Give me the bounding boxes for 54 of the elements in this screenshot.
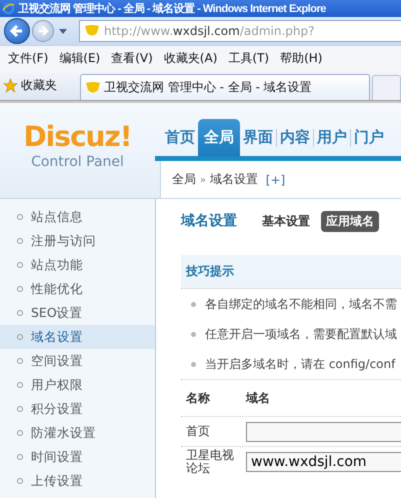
favorites-button[interactable]: 收藏夹: [0, 72, 80, 98]
menu-item[interactable]: 收藏夹(A): [160, 50, 224, 66]
menu-item[interactable]: 查看(V): [107, 50, 160, 66]
bullet-icon: [191, 362, 196, 366]
menu-item[interactable]: 帮助(H): [276, 50, 330, 66]
sidebar-item[interactable]: 空间设置: [0, 349, 155, 373]
logo: Discuz!: [23, 121, 132, 153]
logo-subtitle: Control Panel: [31, 154, 124, 170]
page-title: 域名设置: [181, 212, 237, 230]
tips-header: 技巧提示: [181, 255, 401, 289]
column-header: 名称: [186, 390, 211, 406]
site-icon: [85, 80, 101, 94]
address-field[interactable]: http://www.wxdsjl.com/admin.php?: [79, 20, 401, 42]
nav-tab[interactable]: 用户: [314, 119, 350, 156]
sub-tab[interactable]: 应用域名: [321, 210, 379, 232]
sidebar-item[interactable]: 时间设置: [0, 445, 155, 469]
nav-tab[interactable]: 首页: [162, 119, 198, 156]
sidebar-item[interactable]: 注册与访问: [0, 229, 155, 253]
nav-tab[interactable]: 内容: [277, 119, 313, 156]
sidebar-item[interactable]: 防灌水设置: [0, 421, 155, 445]
domain-input[interactable]: www.wxdsjl.com: [246, 452, 401, 472]
sidebar-item[interactable]: 域名设置: [0, 325, 155, 349]
add-link[interactable]: [+]: [266, 172, 286, 186]
sidebar-item[interactable]: 用户权限: [0, 373, 155, 397]
bullet-icon: [191, 332, 196, 336]
sidebar-item[interactable]: 上传设置: [0, 469, 155, 493]
sidebar-item[interactable]: 站点功能: [0, 253, 155, 277]
domain-input[interactable]: [246, 422, 401, 442]
back-button[interactable]: [4, 18, 30, 44]
menu-item[interactable]: 工具(T): [224, 50, 276, 66]
site-icon: [84, 24, 100, 38]
dropdown-caret-icon[interactable]: [59, 28, 67, 34]
sub-tab[interactable]: 基本设置: [257, 210, 315, 232]
nav-tab[interactable]: 界面: [240, 119, 276, 156]
nav-tab[interactable]: 全局: [198, 119, 240, 156]
bullet-icon: [191, 302, 196, 306]
nav-tab[interactable]: 门户: [351, 119, 387, 156]
tip-text: 当开启多域名时，请在 config/conf: [205, 356, 396, 372]
tip-text: 任意开启一项域名，需要配置默认域: [205, 326, 397, 342]
row-label: 卫星电视论坛: [186, 448, 235, 476]
column-header: 域名: [246, 390, 270, 406]
tip-text: 各自绑定的域名不能相同，域名不需: [205, 296, 397, 312]
sidebar-item[interactable]: 性能优化: [0, 277, 155, 301]
breadcrumb: 全局 » 域名设置: [172, 171, 258, 188]
window-title: 卫视交流网 管理中心 - 全局 - 域名设置 - Windows Internet Explore: [18, 2, 326, 16]
menu-item[interactable]: 编辑(E): [55, 50, 108, 66]
browser-tab[interactable]: 卫视交流网 管理中心 - 全局 - 域名设置: [80, 74, 370, 100]
sidebar-item[interactable]: SEO设置: [0, 301, 155, 325]
row-label: 首页: [186, 424, 211, 439]
menu-item[interactable]: 文件(F): [4, 50, 56, 66]
sidebar-item[interactable]: 站点信息: [0, 205, 155, 229]
browser-icon: [2, 2, 15, 15]
sidebar-item[interactable]: 积分设置: [0, 397, 155, 421]
star-icon: [3, 78, 18, 92]
